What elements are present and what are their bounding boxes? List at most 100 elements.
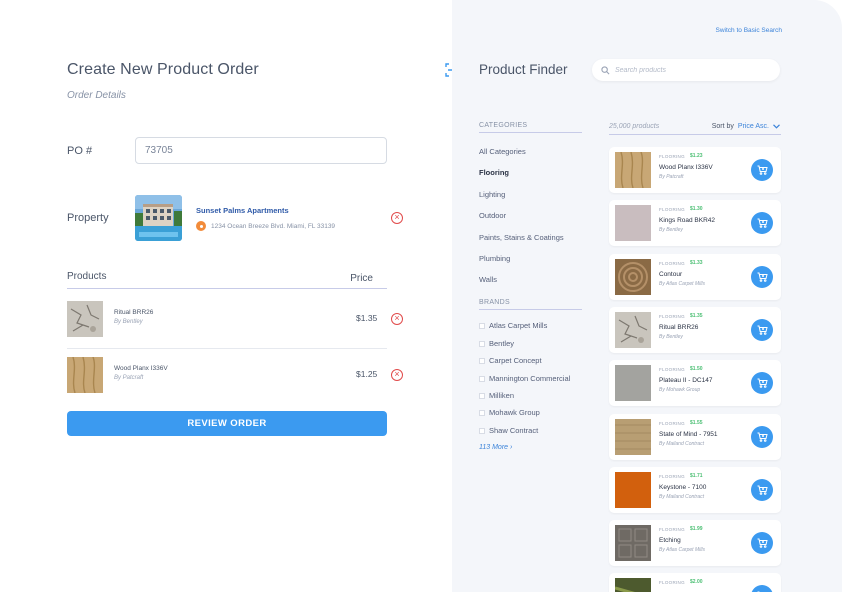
- product-name: Wood Planx I336V: [659, 164, 713, 171]
- category-item-active[interactable]: Flooring: [479, 168, 509, 177]
- brand-label: Bentley: [489, 339, 515, 348]
- add-to-cart-button[interactable]: [751, 319, 773, 341]
- product-price: $1.33: [690, 260, 703, 266]
- search-input[interactable]: [615, 66, 765, 74]
- order-item-price: $1.25: [356, 369, 378, 379]
- cart-icon: [757, 485, 768, 495]
- category-item[interactable]: Paints, Stains & Coatings: [479, 233, 564, 242]
- remove-item-button[interactable]: ×: [391, 369, 403, 381]
- category-item[interactable]: Lighting: [479, 190, 505, 199]
- category-item[interactable]: Outdoor: [479, 211, 506, 220]
- add-to-cart-button[interactable]: [751, 585, 773, 592]
- cart-icon: [757, 538, 768, 548]
- add-to-cart-button[interactable]: [751, 532, 773, 554]
- product-card[interactable]: FLOORING $1.55 State of Mind - 7951 By Mail…: [609, 414, 781, 460]
- brand-label: Mannington Commercial: [489, 374, 571, 383]
- finder-title: Product Finder: [479, 62, 568, 77]
- product-swatch: [615, 365, 651, 401]
- results-divider: [609, 134, 781, 135]
- checkbox[interactable]: [479, 409, 485, 416]
- product-swatch: [614, 578, 651, 592]
- brand-checkbox-item[interactable]: Atlas Carpet Mills: [479, 321, 547, 330]
- add-to-cart-button[interactable]: [751, 372, 773, 394]
- add-to-cart-button[interactable]: [751, 479, 773, 501]
- order-item-price: $1.35: [356, 313, 378, 323]
- cart-icon: [757, 272, 768, 282]
- brand-checkbox-item[interactable]: Carpet Concept: [479, 356, 542, 365]
- switch-basic-search-link[interactable]: Switch to Basic Search: [716, 27, 782, 34]
- order-item-row: Wood Planx I336V By Patcraft $1.25: [67, 356, 387, 395]
- product-price: $1.99: [690, 526, 703, 532]
- product-name: Plateau II - DC147: [659, 377, 713, 384]
- product-name: Etching: [659, 537, 681, 544]
- add-to-cart-button[interactable]: [751, 212, 773, 234]
- brand-checkbox-item[interactable]: Milliken: [479, 391, 514, 400]
- remove-property-button[interactable]: ×: [391, 212, 403, 224]
- product-card[interactable]: FLOORING $1.23 Wood Planx I336V By Patcraft: [609, 147, 781, 193]
- category-item[interactable]: Plumbing: [479, 254, 510, 263]
- page-title: Create New Product Order: [67, 61, 259, 78]
- product-swatch: [615, 312, 651, 348]
- products-header: Products Price: [67, 271, 387, 289]
- property-image: [135, 195, 182, 241]
- remove-item-button[interactable]: ×: [391, 313, 403, 325]
- add-to-cart-button[interactable]: [751, 159, 773, 181]
- product-category: FLOORING: [659, 314, 685, 319]
- cart-icon: [757, 378, 768, 388]
- product-price: $1.55: [690, 420, 703, 426]
- product-category: FLOORING: [659, 207, 685, 212]
- brand-checkbox-item[interactable]: Shaw Contract: [479, 426, 538, 435]
- categories-heading: CATEGORIES: [479, 122, 582, 133]
- category-item[interactable]: All Categories: [479, 147, 526, 156]
- checkbox[interactable]: [479, 322, 485, 329]
- checkbox[interactable]: [479, 392, 485, 399]
- product-card[interactable]: FLOORING $1.71 Keystone - 7100 By Mailand C…: [609, 467, 781, 513]
- brand-label: Mohawk Group: [489, 408, 540, 417]
- cart-icon: [757, 165, 768, 175]
- product-category: FLOORING: [659, 261, 685, 266]
- po-input[interactable]: 73705: [135, 137, 387, 164]
- add-to-cart-button[interactable]: [751, 266, 773, 288]
- cart-icon: [757, 432, 768, 442]
- product-card[interactable]: FLOORING $1.33 Contour By Atlas Carpet Mill…: [609, 254, 781, 300]
- cart-icon: [757, 325, 768, 335]
- product-card[interactable]: FLOORING $1.99 Etching By Atlas Carpet Mill…: [609, 520, 781, 566]
- brand-label: Milliken: [489, 391, 515, 400]
- product-name: Kings Road BKR42: [659, 217, 716, 224]
- product-brand: By Mailand Contract: [659, 494, 705, 500]
- product-brand: By Bentley: [659, 334, 683, 340]
- property-name[interactable]: Sunset Palms Apartments: [196, 206, 289, 215]
- product-price: $1.71: [690, 473, 703, 479]
- brand-label: Carpet Concept: [489, 356, 542, 365]
- order-item-name: Ritual BRR26: [114, 309, 154, 316]
- checkbox[interactable]: [479, 340, 485, 347]
- brand-label: Atlas Carpet Mills: [489, 321, 548, 330]
- row-divider: [67, 348, 387, 349]
- review-order-button[interactable]: REVIEW ORDER: [67, 411, 387, 436]
- product-card[interactable]: FLOORING $1.30 Kings Road BKR42 By Bentley: [609, 200, 781, 246]
- product-brand: By Mohawk Group: [659, 387, 701, 393]
- product-brand: By Mailand Contract: [659, 441, 705, 447]
- product-swatch: [615, 151, 651, 189]
- category-item[interactable]: Walls: [479, 275, 497, 284]
- checkbox[interactable]: [479, 427, 485, 434]
- checkbox[interactable]: [479, 375, 485, 382]
- product-card[interactable]: FLOORING $2.00: [609, 573, 781, 592]
- product-brand: By Atlas Carpet Mills: [659, 547, 705, 553]
- brand-checkbox-item[interactable]: Mohawk Group: [479, 408, 540, 417]
- search-box: [592, 59, 780, 81]
- add-to-cart-button[interactable]: [751, 426, 773, 448]
- more-brands-link[interactable]: 113 More ›: [479, 444, 512, 451]
- brands-heading: BRANDS: [479, 299, 582, 310]
- brand-checkbox-item[interactable]: Bentley: [479, 339, 514, 348]
- product-card[interactable]: FLOORING $1.50 Plateau II - DC147 By Mohawk…: [609, 360, 781, 406]
- brand-label: Shaw Contract: [489, 426, 539, 435]
- product-brand: By Atlas Carpet Mills: [659, 281, 705, 287]
- brand-checkbox-item[interactable]: Mannington Commercial: [479, 374, 570, 383]
- checkbox[interactable]: [479, 357, 485, 364]
- product-card[interactable]: FLOORING $1.35 Ritual BRR26 By Bentley: [609, 307, 781, 353]
- product-swatch: [615, 259, 651, 295]
- product-price: $1.30: [690, 206, 703, 212]
- order-item-row: Ritual BRR26 By Bentley $1.35: [67, 301, 387, 339]
- sort-dropdown[interactable]: Sort by Price Asc.: [712, 123, 780, 130]
